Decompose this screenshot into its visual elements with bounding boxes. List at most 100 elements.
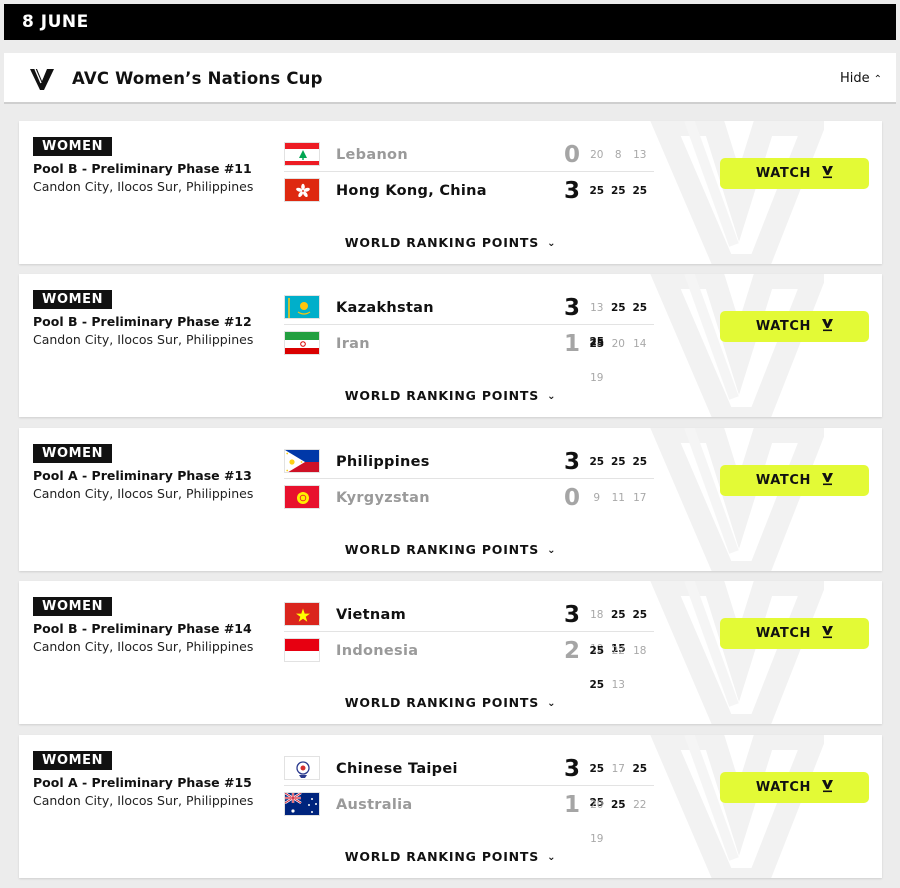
chevron-down-icon: ⌄ xyxy=(547,852,557,863)
team-name: Philippines xyxy=(336,454,430,470)
world-ranking-points-toggle[interactable]: WORLD RANKING POINTS ⌄ xyxy=(19,542,882,557)
sets-won: 3 xyxy=(563,602,580,628)
watch-button[interactable]: WATCH xyxy=(720,158,869,189)
team-name: Australia xyxy=(336,797,413,813)
team-row[interactable]: Hong Kong, China 3 25 25 25 xyxy=(284,174,654,208)
watch-button[interactable]: WATCH xyxy=(720,465,869,496)
set-point-value: 25 xyxy=(632,185,648,197)
set-point-value: 20 xyxy=(611,338,625,350)
hong-kong-flag xyxy=(284,178,320,202)
team-row[interactable]: Kazakhstan 3 13 25 25 25 xyxy=(284,291,654,348)
lebanon-flag xyxy=(284,142,320,166)
team-name: Kyrgyzstan xyxy=(336,490,430,506)
team-row[interactable]: Chinese Taipei 3 25 17 25 25 xyxy=(284,752,654,809)
set-point-value: 11 xyxy=(611,492,625,504)
world-ranking-points-toggle[interactable]: WORLD RANKING POINTS ⌄ xyxy=(19,388,882,403)
sets-won: 1 xyxy=(563,331,580,357)
wrp-label: WORLD RANKING POINTS xyxy=(344,695,540,710)
hide-label: Hide xyxy=(839,71,870,86)
competition-title: AVC Women’s Nations Cup xyxy=(72,69,323,88)
team-row[interactable]: Indonesia 2 25 22 1825 13 xyxy=(284,634,654,691)
gender-badge: WOMEN xyxy=(33,444,113,463)
australia-flag xyxy=(284,792,320,816)
vbtv-icon xyxy=(822,626,834,639)
watch-label: WATCH xyxy=(755,473,811,488)
watch-button[interactable]: WATCH xyxy=(720,772,869,803)
pool-phase-label: Pool A - Preliminary Phase #15 xyxy=(33,775,252,790)
match-card: WOMEN Pool B - Preliminary Phase #14 Can… xyxy=(19,581,882,724)
team-row[interactable]: Philippines 3 25 25 25 xyxy=(284,445,654,479)
gender-badge: WOMEN xyxy=(33,290,113,309)
match-card: WOMEN Pool B - Preliminary Phase #12 Can… xyxy=(19,274,882,417)
set-point-value: 13 xyxy=(633,149,647,161)
vietnam-flag xyxy=(284,602,320,626)
chevron-down-icon: ⌄ xyxy=(547,391,557,402)
team-name: Iran xyxy=(336,336,370,352)
watch-button[interactable]: WATCH xyxy=(720,618,869,649)
set-point-value: 25 xyxy=(610,302,626,314)
match-card: WOMEN Pool B - Preliminary Phase #11 Can… xyxy=(19,121,882,264)
vbtv-icon xyxy=(822,473,834,486)
set-points: 25 22 1825 13 xyxy=(586,634,654,702)
set-point-value: 22 xyxy=(633,799,647,811)
chinese-taipei-flag xyxy=(284,756,320,780)
set-point-value: 18 xyxy=(590,609,604,621)
team-row[interactable]: Vietnam 3 18 25 2519 15 xyxy=(284,598,654,655)
set-point-value: 25 xyxy=(610,609,626,621)
sets-won: 2 xyxy=(563,638,580,664)
chevron-down-icon: ⌄ xyxy=(547,238,557,249)
venue-label: Candon City, Ilocos Sur, Philippines xyxy=(33,486,254,501)
wrp-label: WORLD RANKING POINTS xyxy=(344,235,540,250)
team-row[interactable]: Iran 1 25 20 1419 xyxy=(284,327,654,384)
iran-flag xyxy=(284,331,320,355)
world-ranking-points-toggle[interactable]: WORLD RANKING POINTS ⌄ xyxy=(19,695,882,710)
venue-label: Candon City, Ilocos Sur, Philippines xyxy=(33,639,254,654)
set-point-value: 25 xyxy=(610,456,626,468)
set-point-value: 25 xyxy=(632,609,648,621)
vbtv-icon xyxy=(822,166,834,179)
set-points: 9 11 17 xyxy=(586,481,651,515)
chevron-up-icon: ⌃ xyxy=(873,74,882,85)
hide-toggle-button[interactable]: Hide ⌃ xyxy=(840,53,882,105)
team-name: Chinese Taipei xyxy=(336,761,458,777)
set-points: 20 25 2219 xyxy=(586,788,654,856)
venue-label: Candon City, Ilocos Sur, Philippines xyxy=(33,793,254,808)
team-row[interactable]: Lebanon 0 20 8 13 xyxy=(284,138,654,172)
indonesia-flag xyxy=(284,638,320,662)
set-points: 20 8 13 xyxy=(586,138,651,172)
team-row[interactable]: Australia 1 20 25 2219 xyxy=(284,788,654,845)
chevron-down-icon: ⌄ xyxy=(547,545,557,556)
watch-label: WATCH xyxy=(755,626,811,641)
vbtv-icon xyxy=(822,319,834,332)
gender-badge: WOMEN xyxy=(33,597,113,616)
watch-label: WATCH xyxy=(755,780,811,795)
wrp-label: WORLD RANKING POINTS xyxy=(344,849,540,864)
vbtv-icon xyxy=(822,780,834,793)
sets-won: 1 xyxy=(563,792,580,818)
set-points: 25 25 25 xyxy=(586,174,651,208)
pool-phase-label: Pool A - Preliminary Phase #13 xyxy=(33,468,252,483)
set-point-value: 25 xyxy=(589,645,605,657)
set-points: 25 25 25 xyxy=(586,445,651,479)
gender-badge: WOMEN xyxy=(33,751,113,770)
chevron-down-icon: ⌄ xyxy=(547,698,557,709)
set-point-value: 20 xyxy=(590,799,604,811)
set-point-value: 17 xyxy=(611,763,625,775)
watch-button[interactable]: WATCH xyxy=(720,311,869,342)
kyrgyzstan-flag xyxy=(284,485,320,509)
set-point-value: 14 xyxy=(633,338,647,350)
set-points: 25 20 1419 xyxy=(586,327,654,395)
world-ranking-points-toggle[interactable]: WORLD RANKING POINTS ⌄ xyxy=(19,235,882,250)
venue-label: Candon City, Ilocos Sur, Philippines xyxy=(33,179,254,194)
team-row[interactable]: Kyrgyzstan 0 9 11 17 xyxy=(284,481,654,515)
date-header: 8 JUNE xyxy=(4,4,896,40)
set-point-value: 25 xyxy=(589,763,605,775)
world-ranking-points-toggle[interactable]: WORLD RANKING POINTS ⌄ xyxy=(19,849,882,864)
set-point-value: 25 xyxy=(589,456,605,468)
set-point-value: 17 xyxy=(633,492,647,504)
sets-won: 3 xyxy=(563,295,580,321)
team-name: Kazakhstan xyxy=(336,300,434,316)
vnl-logo-icon xyxy=(30,68,54,90)
set-point-value: 8 xyxy=(614,149,622,161)
sets-won: 3 xyxy=(563,756,580,782)
